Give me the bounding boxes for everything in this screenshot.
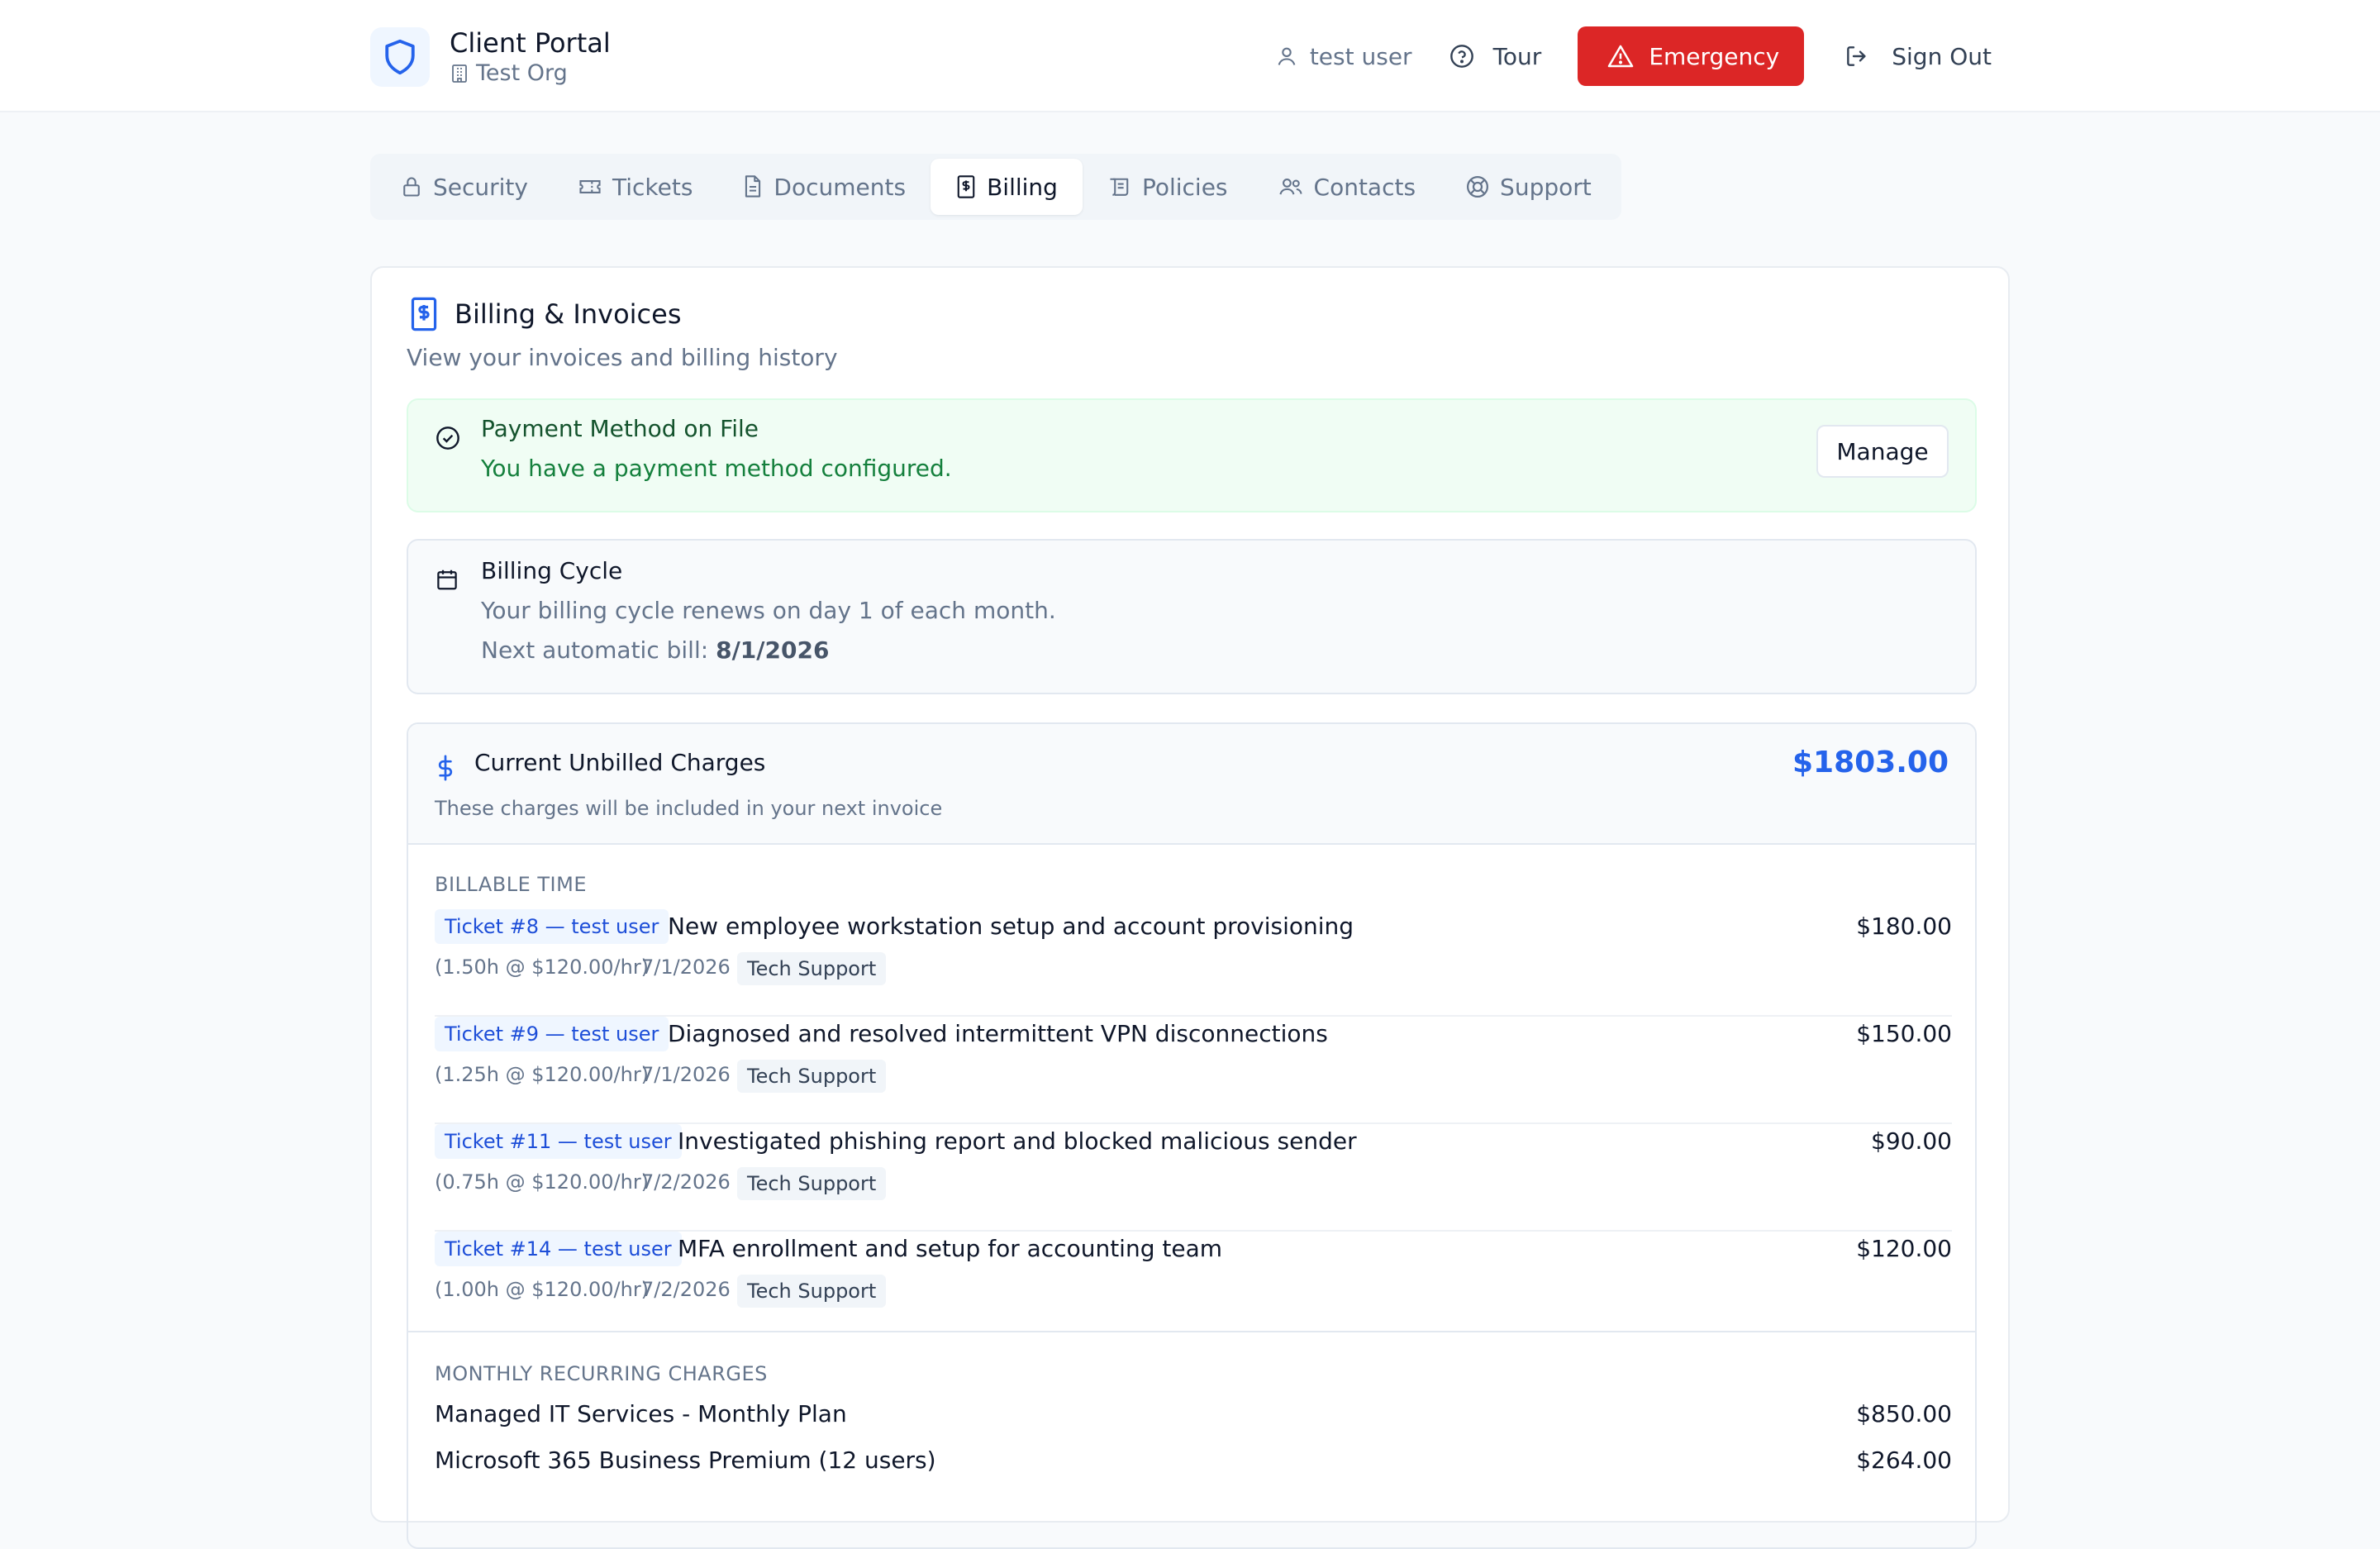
main-tabs: Security Tickets Documents Billing Polic… [370, 154, 1621, 220]
tab-security[interactable]: Security [375, 159, 553, 215]
billable-row: Ticket #9 — test user Diagnosed and reso… [435, 1017, 1952, 1124]
receipt-icon [408, 296, 440, 332]
ticket-link[interactable]: Ticket #11 — test user [435, 1124, 682, 1159]
dollar-icon [436, 754, 455, 782]
charges-description: These charges will be included in your n… [435, 797, 943, 820]
ticket-icon [578, 175, 602, 198]
cycle-text: Your billing cycle renews on day 1 of ea… [481, 597, 1056, 624]
cycle-title: Billing Cycle [481, 557, 623, 584]
ticket-link[interactable]: Ticket #9 — test user [435, 1017, 669, 1051]
scroll-icon [1107, 175, 1132, 198]
recurring-charges-label: MONTHLY RECURRING CHARGES [435, 1362, 768, 1385]
building-icon [450, 63, 469, 84]
billable-amount: $180.00 [1856, 913, 1952, 940]
emergency-button[interactable]: Emergency [1578, 26, 1805, 86]
recurring-amount: $264.00 [1856, 1447, 1952, 1474]
billable-time-label: BILLABLE TIME [435, 873, 587, 896]
billable-rate: (1.25h @ $120.00/hr) [435, 1063, 650, 1086]
lock-icon [400, 175, 423, 198]
billing-subtitle: View your invoices and billing history [407, 344, 838, 371]
tab-tickets[interactable]: Tickets [553, 159, 717, 215]
sign-out-button[interactable]: Sign Out [1844, 43, 1992, 70]
logout-icon [1844, 43, 1870, 69]
billable-amount: $120.00 [1856, 1235, 1952, 1262]
billable-rate: (1.50h @ $120.00/hr) [435, 956, 650, 979]
unbilled-charges-panel: Current Unbilled Charges $1803.00 These … [407, 722, 1977, 1549]
lifebuoy-icon [1465, 174, 1490, 199]
app-title: Client Portal [450, 27, 611, 59]
billing-cycle-panel: Billing Cycle Your billing cycle renews … [407, 539, 1977, 694]
document-icon [742, 174, 764, 199]
users-icon [1278, 175, 1304, 198]
recurring-row: Microsoft 365 Business Premium (12 users… [435, 1442, 1952, 1480]
charges-header: Current Unbilled Charges $1803.00 These … [408, 724, 1975, 845]
tab-billing[interactable]: Billing [931, 159, 1083, 215]
next-bill-date: 8/1/2026 [716, 636, 830, 664]
recurring-row: Managed IT Services - Monthly Plan $850.… [435, 1395, 1952, 1433]
receipt-icon [955, 174, 977, 199]
charges-total: $1803.00 [1792, 746, 1949, 779]
billable-description: MFA enrollment and setup for accounting … [678, 1235, 1223, 1262]
category-badge: Tech Support [737, 1060, 887, 1093]
billable-row: Ticket #11 — test user Investigated phis… [435, 1124, 1952, 1232]
billable-row: Ticket #8 — test user New employee works… [435, 909, 1952, 1017]
app-header: Client Portal Test Org test user Tour Em… [0, 0, 2380, 112]
billing-title: Billing & Invoices [408, 296, 681, 332]
category-badge: Tech Support [737, 1275, 887, 1308]
billable-date: 7/2/2026 [641, 1170, 731, 1194]
ticket-link[interactable]: Ticket #14 — test user [435, 1232, 682, 1266]
tab-documents[interactable]: Documents [717, 159, 931, 215]
billable-amount: $90.00 [1871, 1127, 1952, 1155]
billing-card: Billing & Invoices View your invoices an… [370, 266, 2010, 1549]
help-circle-icon [1449, 43, 1475, 69]
billable-description: Investigated phishing report and blocked… [678, 1127, 1357, 1155]
check-circle-icon [435, 425, 461, 451]
category-badge: Tech Support [737, 952, 887, 985]
next-bill: Next automatic bill: 8/1/2026 [481, 636, 830, 664]
payment-title: Payment Method on File [481, 415, 759, 442]
tab-policies[interactable]: Policies [1083, 159, 1253, 215]
billable-date: 7/1/2026 [641, 1063, 731, 1086]
user-name: test user [1309, 42, 1412, 70]
billable-rate: (0.75h @ $120.00/hr) [435, 1170, 650, 1194]
billable-row: Ticket #14 — test user MFA enrollment an… [435, 1232, 1952, 1339]
charges-title: Current Unbilled Charges [474, 749, 766, 776]
billable-date: 7/2/2026 [641, 1278, 731, 1301]
billable-description: Diagnosed and resolved intermittent VPN … [668, 1020, 1328, 1047]
billable-date: 7/1/2026 [641, 956, 731, 979]
payment-message: You have a payment method configured. [481, 455, 952, 482]
calendar-icon [435, 567, 459, 592]
recurring-name: Microsoft 365 Business Premium (12 users… [435, 1447, 936, 1474]
warning-icon [1607, 44, 1634, 69]
user-menu[interactable]: test user [1275, 43, 1412, 70]
header-actions: test user Tour Emergency Sign Out [1275, 26, 1992, 86]
tab-contacts[interactable]: Contacts [1253, 159, 1441, 215]
recurring-name: Managed IT Services - Monthly Plan [435, 1400, 847, 1427]
recurring-amount: $850.00 [1856, 1400, 1952, 1427]
ticket-link[interactable]: Ticket #8 — test user [435, 909, 669, 944]
section-divider [408, 1331, 1975, 1332]
tour-button[interactable]: Tour [1449, 43, 1541, 70]
billable-amount: $150.00 [1856, 1020, 1952, 1047]
tab-support[interactable]: Support [1440, 159, 1616, 215]
brand: Client Portal Test Org [370, 26, 611, 88]
category-badge: Tech Support [737, 1167, 887, 1200]
user-icon [1275, 45, 1298, 68]
billable-rate: (1.00h @ $120.00/hr) [435, 1278, 650, 1301]
shield-icon [370, 27, 430, 87]
manage-button[interactable]: Manage [1816, 425, 1949, 478]
billable-description: New employee workstation setup and accou… [668, 913, 1354, 940]
org-name: Test Org [450, 60, 611, 88]
payment-method-panel: Payment Method on File You have a paymen… [407, 398, 1977, 512]
